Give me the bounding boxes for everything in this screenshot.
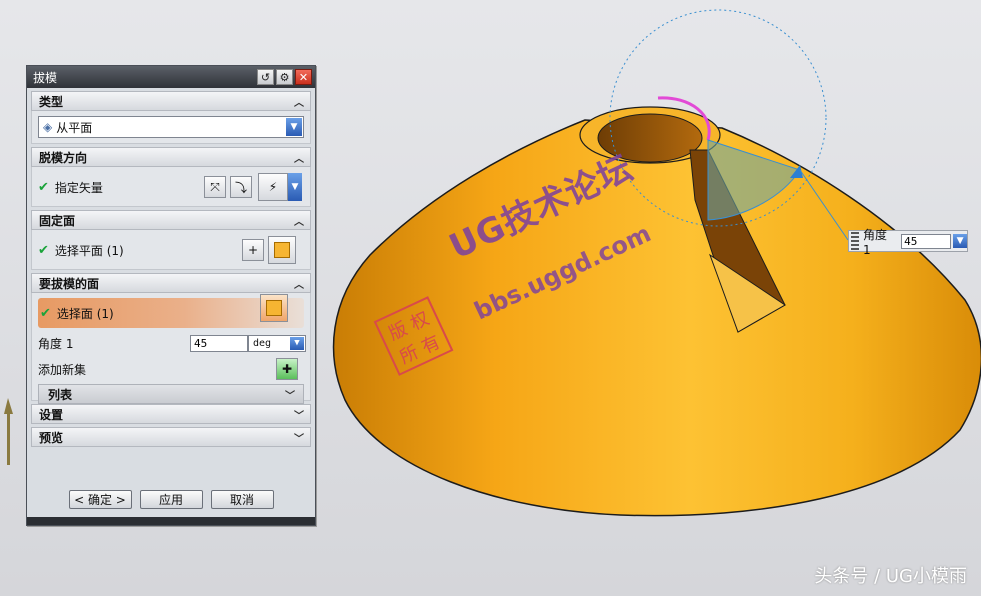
cone-model[interactable]	[332, 119, 981, 517]
select-plane-row[interactable]: ✔ 选择平面 (1) +	[38, 236, 304, 264]
close-icon[interactable]: ✕	[295, 69, 312, 85]
section-draft-title: 要拔模的面	[39, 276, 100, 291]
section-settings-title: 设置	[39, 407, 64, 422]
angle-widget-label: 角度 1	[862, 227, 887, 257]
type-select-value: 从平面	[56, 120, 93, 135]
chevron-up-icon[interactable]: ︿	[292, 213, 306, 228]
angle-input[interactable]	[190, 334, 248, 352]
section-settings-header[interactable]: 设置 ﹀	[31, 404, 311, 424]
dialog-bottom-bar	[27, 517, 315, 525]
dialog-titlebar[interactable]: 拔模 ↺ ⚙ ✕	[27, 66, 315, 88]
angle-unit-value: deg	[253, 337, 272, 349]
select-face-label: 选择面 (1)	[56, 306, 114, 321]
section-preview-header[interactable]: 预览 ﹀	[31, 427, 311, 447]
list-label: 列表	[48, 387, 73, 402]
add-set-label: 添加新集	[38, 362, 87, 377]
chevron-down-icon[interactable]: ﹀	[292, 407, 306, 422]
draft-dialog: 拔模 ↺ ⚙ ✕ 类型 ︿ ◈ 从平面 ▼ 脱模方向 ︿ ✔ 指定矢量 ⤧ ⤵ …	[26, 65, 316, 526]
type-select[interactable]: ◈ 从平面 ▼	[38, 116, 304, 138]
chevron-up-icon[interactable]: ︿	[292, 150, 306, 165]
angle-label: 角度 1	[38, 336, 74, 351]
chevron-down-icon[interactable]: ﹀	[283, 387, 297, 402]
cancel-button[interactable]: 取消	[210, 490, 274, 509]
apply-button[interactable]: 应用	[139, 490, 203, 509]
dialog-title: 拔模	[33, 70, 58, 85]
chevron-down-icon[interactable]: ▼	[288, 173, 302, 201]
select-face-row[interactable]: ✔ 选择面 (1)	[38, 294, 304, 328]
check-icon: ✔	[40, 305, 51, 321]
chevron-down-icon[interactable]: ▼	[286, 118, 302, 136]
section-fixed-body: ✔ 选择平面 (1) +	[31, 230, 311, 270]
section-preview-title: 预览	[39, 430, 64, 445]
section-draft-body: ✔ 选择面 (1) 角度 1 deg ▼ 添加新集 ✚ 列表 ﹀	[31, 293, 311, 404]
ok-button[interactable]: < 确定 >	[68, 490, 132, 509]
section-direction-title: 脱模方向	[39, 150, 88, 165]
footer-credit: 头条号 / UG小模雨	[814, 566, 967, 587]
add-plane-icon[interactable]: +	[242, 239, 264, 261]
section-type-title: 类型	[39, 94, 64, 109]
check-icon: ✔	[38, 242, 49, 258]
check-icon: ✔	[38, 179, 49, 195]
angle-row: 角度 1 deg ▼	[38, 332, 306, 354]
section-type-header[interactable]: 类型 ︿	[31, 91, 311, 111]
chevron-up-icon[interactable]: ︿	[292, 94, 306, 109]
angle-unit-select[interactable]: deg ▼	[248, 334, 306, 352]
dialog-footer: < 确定 > 应用 取消	[27, 490, 315, 509]
title-buttons: ↺ ⚙ ✕	[257, 69, 312, 85]
reset-icon[interactable]: ↺	[257, 69, 274, 85]
plane-type-icon: ◈	[43, 120, 53, 134]
gear-icon[interactable]: ⚙	[276, 69, 293, 85]
triad-axis-icon	[4, 398, 13, 465]
specify-vector-row[interactable]: ✔ 指定矢量 ⤧ ⤵ ⚡ ▼	[38, 173, 304, 201]
section-direction-body: ✔ 指定矢量 ⤧ ⤵ ⚡ ▼	[31, 167, 311, 207]
arrow-down-icon[interactable]: ▼	[290, 336, 304, 350]
section-draft-header[interactable]: 要拔模的面 ︿	[31, 273, 311, 293]
chevron-up-icon[interactable]: ︿	[292, 276, 306, 291]
face-select-icon[interactable]	[260, 294, 288, 322]
select-plane-label: 选择平面 (1)	[54, 243, 124, 258]
chevron-down-icon[interactable]: ﹀	[292, 430, 306, 445]
section-fixed-title: 固定面	[39, 213, 76, 228]
angle-screen-input[interactable]: 角度 1 ▼	[848, 228, 968, 257]
list-header[interactable]: 列表 ﹀	[38, 384, 304, 404]
add-set-row: 添加新集 ✚	[38, 358, 304, 380]
reverse-direction-icon[interactable]: ⤧	[204, 176, 226, 198]
arrow-down-icon[interactable]: ▼	[953, 234, 967, 248]
vector-type-icon[interactable]: ⚡	[258, 173, 288, 201]
specify-vector-label: 指定矢量	[54, 180, 103, 195]
section-direction-header[interactable]: 脱模方向 ︿	[31, 147, 311, 167]
section-type-body: ◈ 从平面 ▼	[31, 111, 311, 144]
section-fixed-header[interactable]: 固定面 ︿	[31, 210, 311, 230]
add-set-icon[interactable]: ✚	[276, 358, 298, 380]
angle-widget-input[interactable]	[901, 233, 952, 249]
plane-face-icon[interactable]	[268, 236, 296, 264]
drag-grip-icon[interactable]	[851, 232, 859, 250]
vector-dialog-icon[interactable]: ⤵	[230, 176, 252, 198]
